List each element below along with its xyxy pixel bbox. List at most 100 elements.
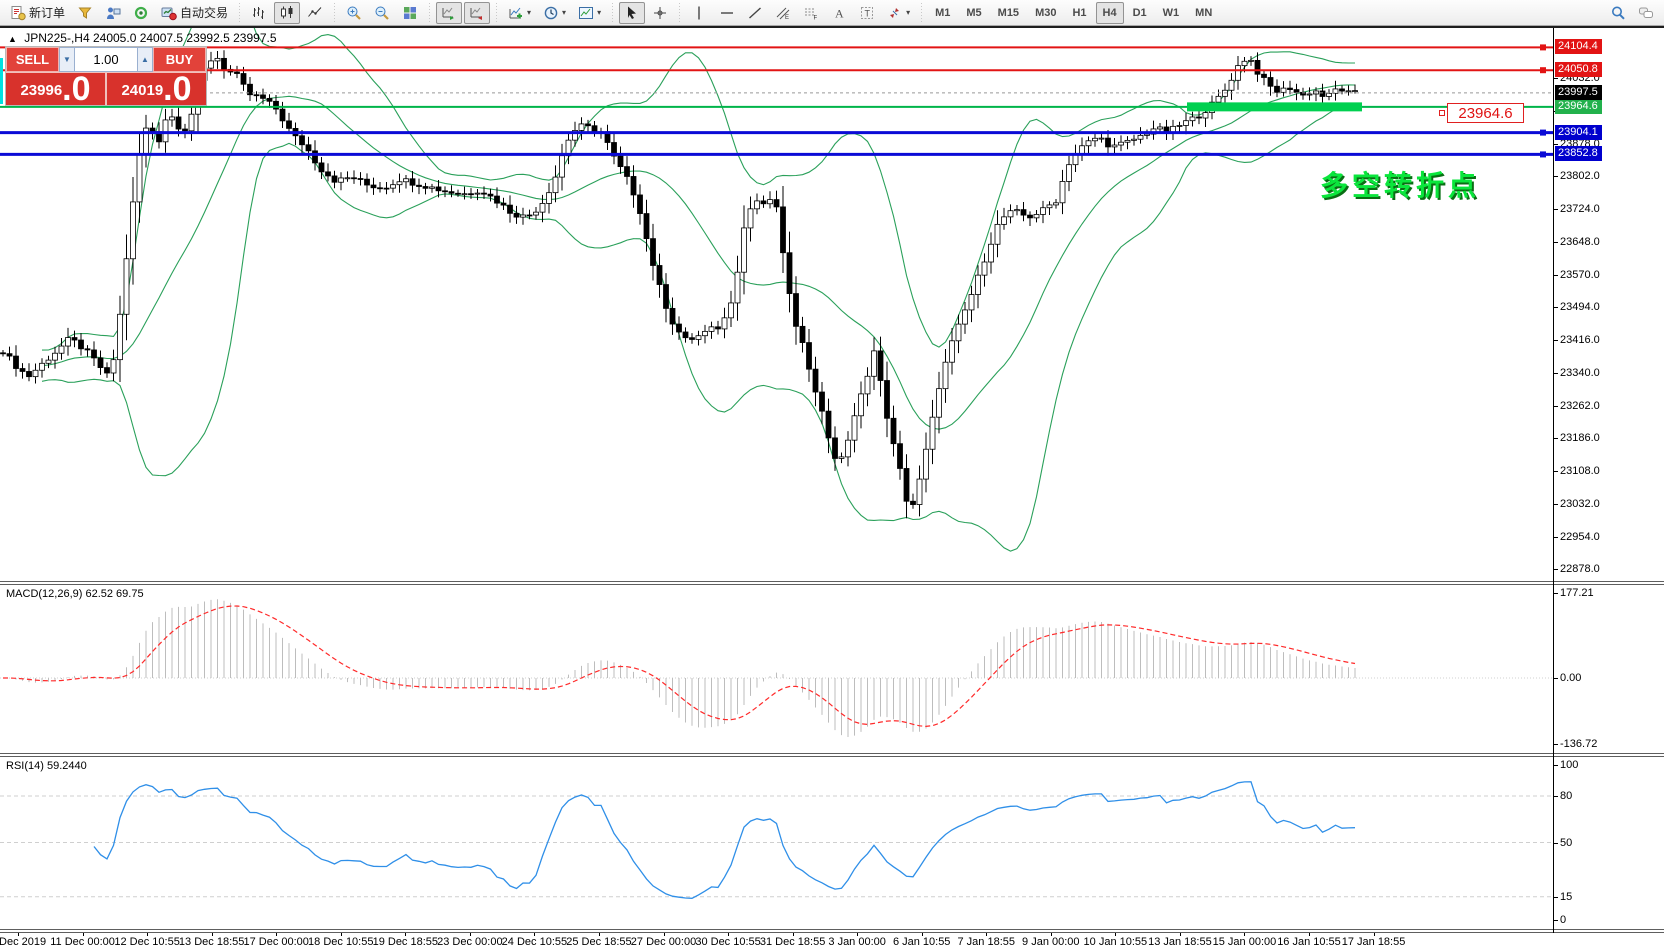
periods-button[interactable]: ▾ [538,2,571,24]
autoscroll-button[interactable] [436,2,462,24]
tester-icon-button[interactable] [100,2,126,24]
volume-decrease-button[interactable]: ▼ [59,47,75,72]
toolbar-separator [331,3,338,23]
search-button[interactable] [1605,2,1631,24]
time-axis-label: 15 Jan 00:00 [1213,936,1277,948]
line-chart-button[interactable] [302,2,328,24]
rsi-tick-label: 15 [1560,891,1572,903]
timeframe-w1-button[interactable]: W1 [1156,2,1187,24]
time-axis[interactable]: 9 Dec 201911 Dec 00:0012 Dec 10:5513 Dec… [0,933,1664,949]
buy-button[interactable]: BUY [153,47,206,72]
tester-icon [105,5,121,21]
candle-body [709,327,714,332]
candle-body [501,203,506,205]
templates-button[interactable]: ▾ [573,2,606,24]
trendline-button[interactable] [742,2,768,24]
candle-body [92,350,97,358]
candle-body [885,381,890,419]
candle-body [625,167,630,177]
price-level-annotation[interactable]: 23964.6 [1447,103,1524,123]
sell-button[interactable]: SELL [6,47,59,72]
filter-icon-button[interactable] [72,2,98,24]
tile-windows-button[interactable] [397,2,423,24]
arrows-button[interactable]: ▾ [882,2,915,24]
timeframe-m30-button[interactable]: M30 [1028,2,1063,24]
crosshair-button[interactable] [647,2,673,24]
timeframe-d1-button[interactable]: D1 [1126,2,1154,24]
buy-price-display[interactable]: 24019 .0 [107,73,206,105]
time-axis-label: 25 Dec 18:55 [566,936,631,948]
bars-icon [251,5,267,21]
line-anchor-handle[interactable] [1540,44,1546,50]
candle-body [300,136,305,145]
macd-pane-surface[interactable] [0,585,1553,753]
main-toolbar: 新订单自动交易▾▾▾EFAT▾M1M5M15M30H1H4D1W1MN [0,0,1664,26]
candle-body [508,205,513,213]
candle-body [579,124,584,131]
timeframe-h4-button[interactable]: H4 [1096,2,1124,24]
crosshair-icon [652,5,668,21]
vertical-line-button[interactable] [686,2,712,24]
bid-price-chip: 23997.5 [1555,85,1602,100]
signals-icon-button[interactable] [128,2,154,24]
indicators-button[interactable]: ▾ [503,2,536,24]
cursor-button[interactable] [619,2,645,24]
candle-body [683,332,688,338]
timeframe-mn-button[interactable]: MN [1188,2,1219,24]
time-axis-label: 11 Dec 00:00 [50,936,115,948]
chart-title: ▲ JPN225-,H4 24005.0 24007.5 23992.5 239… [8,31,277,45]
time-axis-label: 17 Dec 00:00 [243,936,308,948]
collapse-triangle-icon[interactable]: ▲ [8,34,17,44]
time-axis-label: 13 Jan 18:55 [1148,936,1212,948]
candle-body [267,98,272,101]
candle-body [20,369,25,372]
line-anchor-handle[interactable] [1540,151,1546,157]
channel-button[interactable]: E [770,2,796,24]
candle-body [794,294,799,327]
annotation-handle[interactable] [1439,110,1445,116]
channel-icon: E [775,5,791,21]
text-button[interactable]: A [826,2,852,24]
sell-price-display[interactable]: 23996 .0 [6,73,105,105]
volume-increase-button[interactable]: ▲ [137,47,153,72]
chart-shift-button[interactable] [464,2,490,24]
timeframe-m5-button[interactable]: M5 [959,2,988,24]
candle-body [137,155,142,202]
chat-button[interactable] [1633,2,1659,24]
price-level-chip: 23964.6 [1555,99,1602,114]
zoom-out-button[interactable] [369,2,395,24]
candlestick-chart-button[interactable] [274,2,300,24]
candle-body [222,58,227,69]
candle-body [1067,165,1072,182]
line-anchor-handle[interactable] [1540,130,1546,136]
search-icon [1610,5,1626,21]
svg-text:T: T [865,8,871,18]
candle-body [280,109,285,121]
candle-body [527,215,532,216]
ohlc-values: 24005.0 24007.5 23992.5 23997.5 [93,31,277,45]
timeframe-m1-button[interactable]: M1 [928,2,957,24]
line-anchor-handle[interactable] [1540,67,1546,73]
new-order-button[interactable]: 新订单 [5,2,70,24]
autotrading-button[interactable]: 自动交易 [156,2,233,24]
bar-chart-button[interactable] [246,2,272,24]
candle-body [898,444,903,469]
horizontal-line-button[interactable] [714,2,740,24]
zoom-in-button[interactable] [341,2,367,24]
fibonacci-button[interactable]: F [798,2,824,24]
main-chart-surface[interactable] [0,28,1553,581]
timeframe-h1-button[interactable]: H1 [1065,2,1093,24]
pane-divider-macd-rsi[interactable] [0,753,1664,757]
macd-tick-label: 177.21 [1560,587,1594,599]
timeframe-m15-button[interactable]: M15 [991,2,1026,24]
text-label-button[interactable]: T [854,2,880,24]
candle-body [1034,214,1039,217]
candle-body [118,314,123,359]
pane-divider-main-macd[interactable] [0,581,1664,585]
rsi-pane-surface[interactable] [0,757,1553,929]
candle-body [943,362,948,388]
thick-green-level-bar[interactable] [1187,102,1362,111]
candle-body [66,338,71,346]
candle-body [313,151,318,163]
volume-input[interactable]: 1.00 [75,47,137,72]
